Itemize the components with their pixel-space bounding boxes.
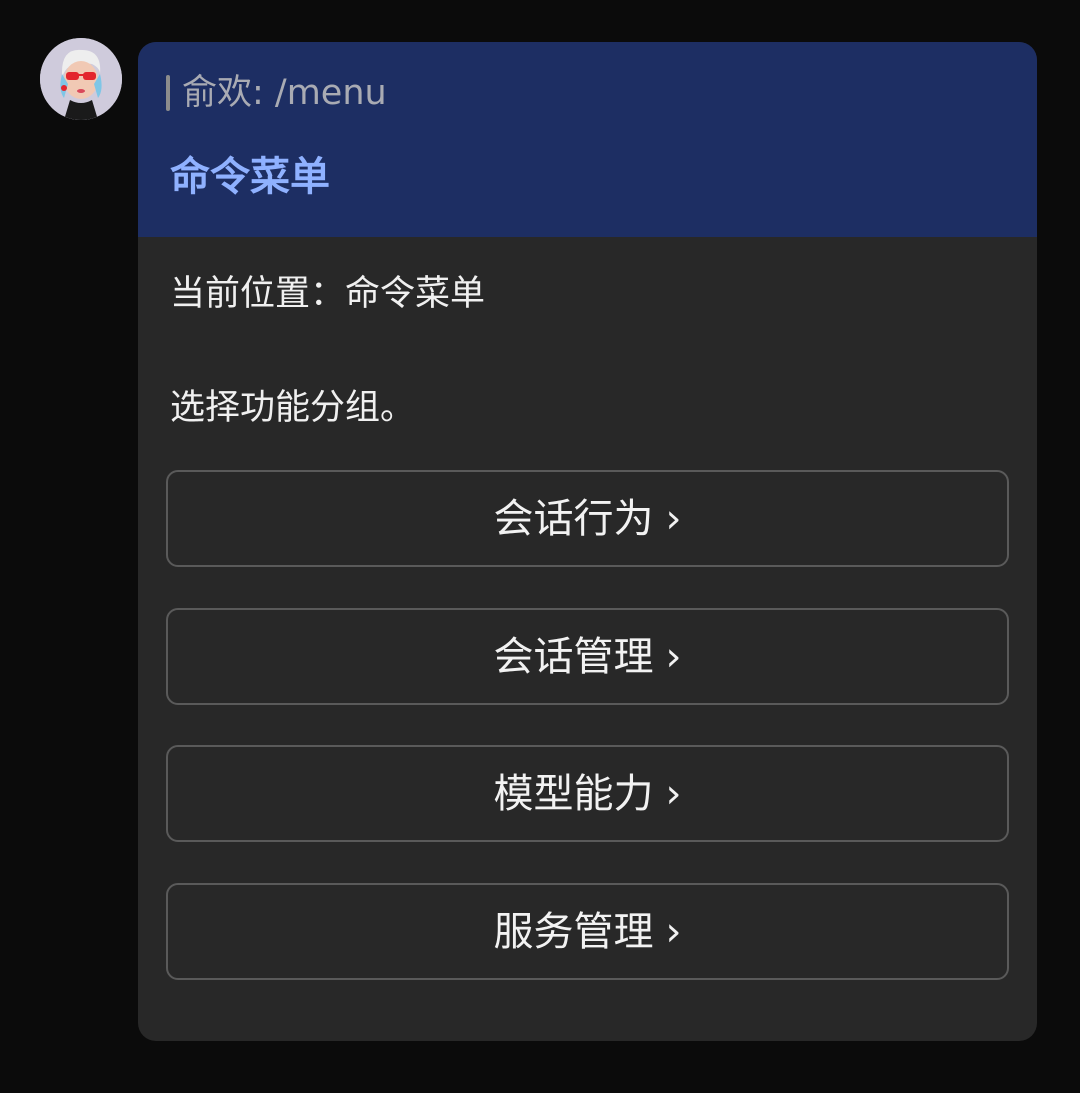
session-behavior-button[interactable]: 会话行为 ›	[166, 470, 1009, 567]
chevron-right-icon: ›	[665, 495, 682, 542]
chat-view: 俞欢: /menu 命令菜单 当前位置：命令菜单 选择功能分组。 会话行为 › …	[0, 0, 1080, 1093]
user-avatar-icon	[40, 38, 122, 120]
quoted-command-text: 俞欢: /menu	[182, 73, 387, 113]
session-management-button[interactable]: 会话管理 ›	[166, 608, 1009, 705]
quote-bar	[166, 75, 170, 111]
bot-avatar[interactable]	[40, 38, 122, 120]
chevron-right-icon: ›	[665, 770, 682, 817]
card-title: 命令菜单	[170, 154, 330, 200]
button-label: 会话行为	[493, 495, 654, 542]
chevron-right-icon: ›	[665, 908, 682, 955]
current-location-text: 当前位置：命令菜单	[170, 274, 486, 314]
button-label: 模型能力	[493, 770, 654, 817]
card-header: 俞欢: /menu 命令菜单	[138, 42, 1037, 237]
hint-text: 选择功能分组。	[170, 388, 416, 428]
chevron-right-icon: ›	[665, 633, 682, 680]
quoted-command: 俞欢: /menu	[166, 74, 387, 112]
button-label: 会话管理	[493, 633, 654, 680]
bot-message-card: 俞欢: /menu 命令菜单 当前位置：命令菜单 选择功能分组。 会话行为 › …	[138, 42, 1037, 1041]
button-label: 服务管理	[493, 908, 654, 955]
model-capability-button[interactable]: 模型能力 ›	[166, 745, 1009, 842]
service-management-button[interactable]: 服务管理 ›	[166, 883, 1009, 980]
